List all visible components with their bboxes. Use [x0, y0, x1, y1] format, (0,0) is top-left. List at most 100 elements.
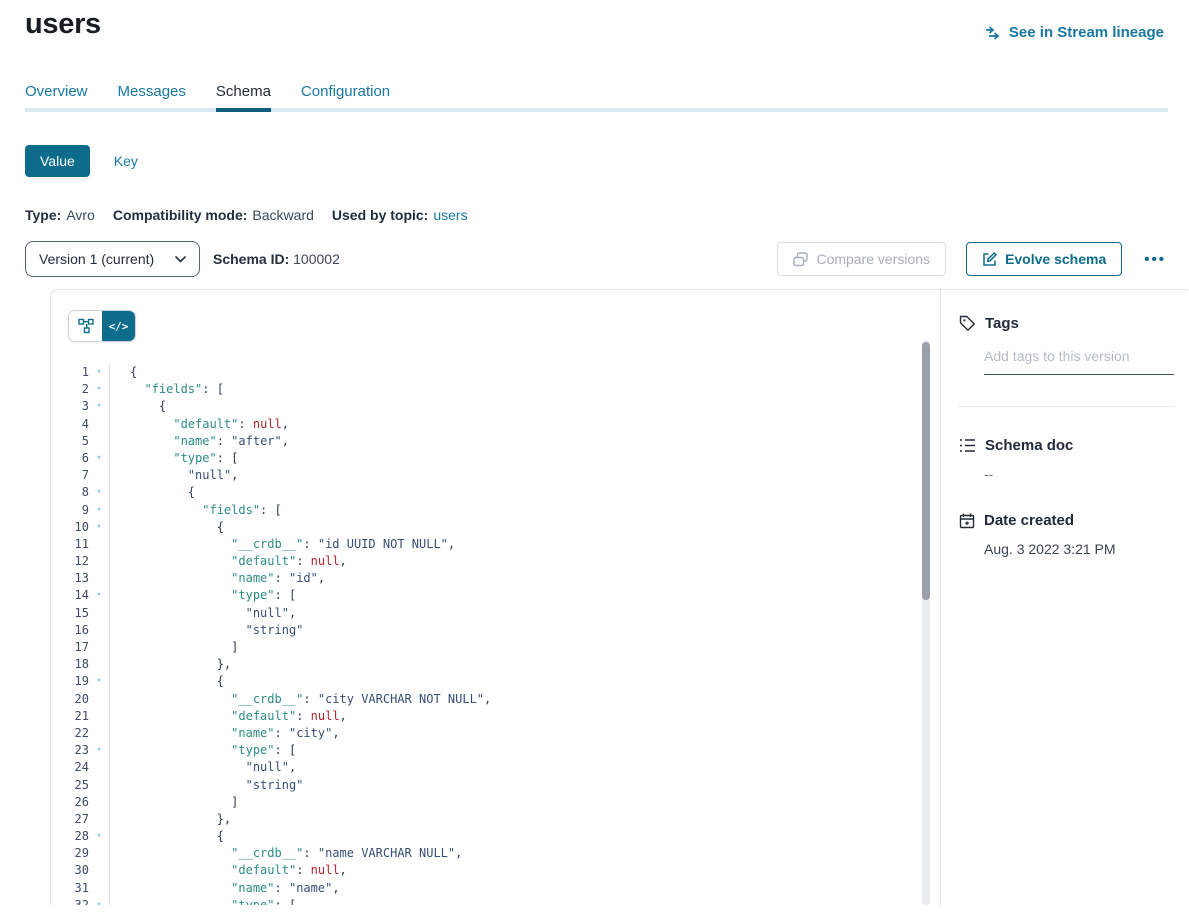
code-line: 26 ] [51, 794, 940, 811]
stream-lineage-label: See in Stream lineage [1009, 24, 1164, 41]
compare-versions-label: Compare versions [816, 251, 930, 267]
code-text: "default": null, [109, 708, 940, 725]
code-line: 29 "__crdb__": "name VARCHAR NULL", [51, 845, 940, 862]
line-number: 16 [51, 622, 89, 639]
tab-overview[interactable]: Overview [25, 83, 88, 112]
fold-spacer [89, 416, 109, 433]
evolve-schema-button[interactable]: Evolve schema [966, 242, 1122, 276]
line-number: 23 [51, 742, 89, 759]
code-line: 17 ] [51, 639, 940, 656]
fold-spacer [89, 553, 109, 570]
line-number: 27 [51, 811, 89, 828]
code-text: "null", [109, 467, 940, 484]
tab-rail [25, 108, 1168, 112]
tags-section-title: Tags [959, 315, 1174, 332]
code-line: 11 "__crdb__": "id UUID NOT NULL", [51, 536, 940, 553]
code-line: 24 "null", [51, 759, 940, 776]
fold-spacer [89, 708, 109, 725]
code-line: 23▾ "type": [ [51, 742, 940, 759]
fold-toggle-icon[interactable]: ▾ [89, 587, 109, 604]
schema-sidebar: Tags Schema doc -- [940, 290, 1189, 905]
line-number: 7 [51, 467, 89, 484]
fold-toggle-icon[interactable]: ▾ [89, 364, 109, 381]
schema-panel: </> 1▾{2▾ "fields": [3▾ {4 "default": nu… [50, 289, 1189, 905]
fold-toggle-icon[interactable]: ▾ [89, 673, 109, 690]
date-created-title: Date created [959, 512, 1174, 529]
fold-spacer [89, 862, 109, 879]
fold-spacer [89, 880, 109, 897]
code-text: { [109, 398, 940, 415]
tags-input[interactable] [984, 348, 1174, 375]
value-key-toggle: Value Key [25, 145, 1168, 177]
tab-configuration[interactable]: Configuration [301, 83, 390, 112]
fold-toggle-icon[interactable]: ▾ [89, 742, 109, 759]
schema-code-editor[interactable]: </> 1▾{2▾ "fields": [3▾ {4 "default": nu… [51, 290, 940, 905]
fold-toggle-icon[interactable]: ▾ [89, 398, 109, 415]
code-text: "type": [ [109, 897, 940, 905]
code-text: "fields": [ [109, 381, 940, 398]
tags-title-label: Tags [985, 315, 1019, 332]
meta-compatibility: Compatibility mode:Backward [113, 207, 314, 223]
key-tab-button[interactable]: Key [114, 153, 138, 169]
fold-toggle-icon[interactable]: ▾ [89, 828, 109, 845]
code-text: "type": [ [109, 742, 940, 759]
code-text: "string" [109, 622, 940, 639]
line-number: 1 [51, 364, 89, 381]
stream-lineage-link[interactable]: See in Stream lineage [985, 24, 1164, 41]
code-text: "null", [109, 605, 940, 622]
version-select-value: Version 1 (current) [39, 251, 154, 267]
line-number: 18 [51, 656, 89, 673]
compare-versions-icon [793, 252, 808, 267]
code-line: 1▾{ [51, 364, 940, 381]
code-view-button[interactable]: </> [102, 311, 135, 341]
fold-toggle-icon[interactable]: ▾ [89, 484, 109, 501]
code-text: { [109, 673, 940, 690]
version-select[interactable]: Version 1 (current) [25, 241, 200, 277]
fold-spacer [89, 656, 109, 673]
tree-view-button[interactable] [69, 311, 102, 341]
editor-scrollbar-thumb[interactable] [922, 342, 930, 600]
code-text: "type": [ [109, 587, 940, 604]
tab-messages[interactable]: Messages [118, 83, 186, 112]
fold-toggle-icon[interactable]: ▾ [89, 897, 109, 905]
code-text: "null", [109, 759, 940, 776]
more-options-button[interactable]: ••• [1142, 247, 1168, 272]
topic-link[interactable]: users [433, 207, 467, 223]
schema-controls: Version 1 (current) Schema ID: 100002 Co… [25, 241, 1168, 277]
fold-toggle-icon[interactable]: ▾ [89, 502, 109, 519]
value-tab-button[interactable]: Value [25, 145, 90, 177]
fold-spacer [89, 622, 109, 639]
code-line: 32▾ "type": [ [51, 897, 940, 905]
line-number: 29 [51, 845, 89, 862]
code-text: "__crdb__": "city VARCHAR NOT NULL", [109, 691, 940, 708]
line-number: 14 [51, 587, 89, 604]
editor-scrollbar-track[interactable] [922, 340, 930, 905]
fold-toggle-icon[interactable]: ▾ [89, 381, 109, 398]
schema-doc-title: Schema doc [959, 437, 1174, 454]
code-text: ] [109, 639, 940, 656]
line-number: 24 [51, 759, 89, 776]
code-line: 7 "null", [51, 467, 940, 484]
line-number: 26 [51, 794, 89, 811]
fold-spacer [89, 570, 109, 587]
line-number: 22 [51, 725, 89, 742]
fold-toggle-icon[interactable]: ▾ [89, 450, 109, 467]
code-text: }, [109, 656, 940, 673]
code-line: 18 }, [51, 656, 940, 673]
code-line: 28▾ { [51, 828, 940, 845]
evolve-schema-icon [982, 252, 997, 267]
fold-spacer [89, 639, 109, 656]
code-line: 25 "string" [51, 777, 940, 794]
fold-toggle-icon[interactable]: ▾ [89, 519, 109, 536]
fold-spacer [89, 691, 109, 708]
schema-id: Schema ID: 100002 [213, 251, 340, 267]
code-text: "default": null, [109, 416, 940, 433]
date-created-section: Date created Aug. 3 2022 3:21 PM [959, 512, 1174, 557]
compare-versions-button[interactable]: Compare versions [777, 242, 946, 276]
line-number: 11 [51, 536, 89, 553]
page: users See in Stream lineage Overview Mes… [0, 8, 1189, 905]
line-number: 19 [51, 673, 89, 690]
code-text: "name": "city", [109, 725, 940, 742]
line-number: 15 [51, 605, 89, 622]
tab-schema[interactable]: Schema [216, 83, 271, 112]
